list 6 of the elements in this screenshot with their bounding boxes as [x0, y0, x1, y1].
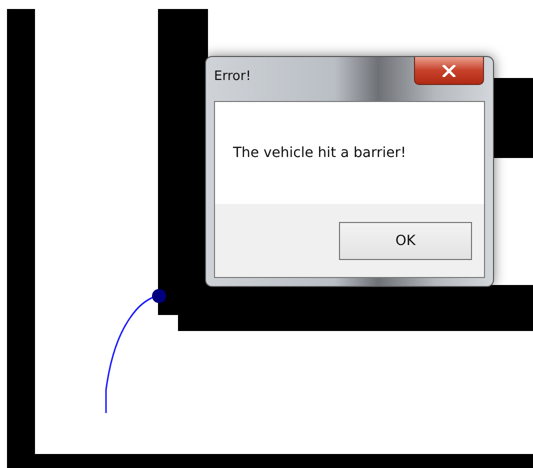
- ok-button[interactable]: OK: [339, 222, 472, 260]
- dialog-title: Error!: [214, 69, 251, 84]
- vehicle-dot: [152, 289, 166, 303]
- error-message: The vehicle hit a barrier!: [233, 145, 406, 161]
- close-icon: [442, 64, 456, 76]
- close-button[interactable]: [414, 57, 484, 85]
